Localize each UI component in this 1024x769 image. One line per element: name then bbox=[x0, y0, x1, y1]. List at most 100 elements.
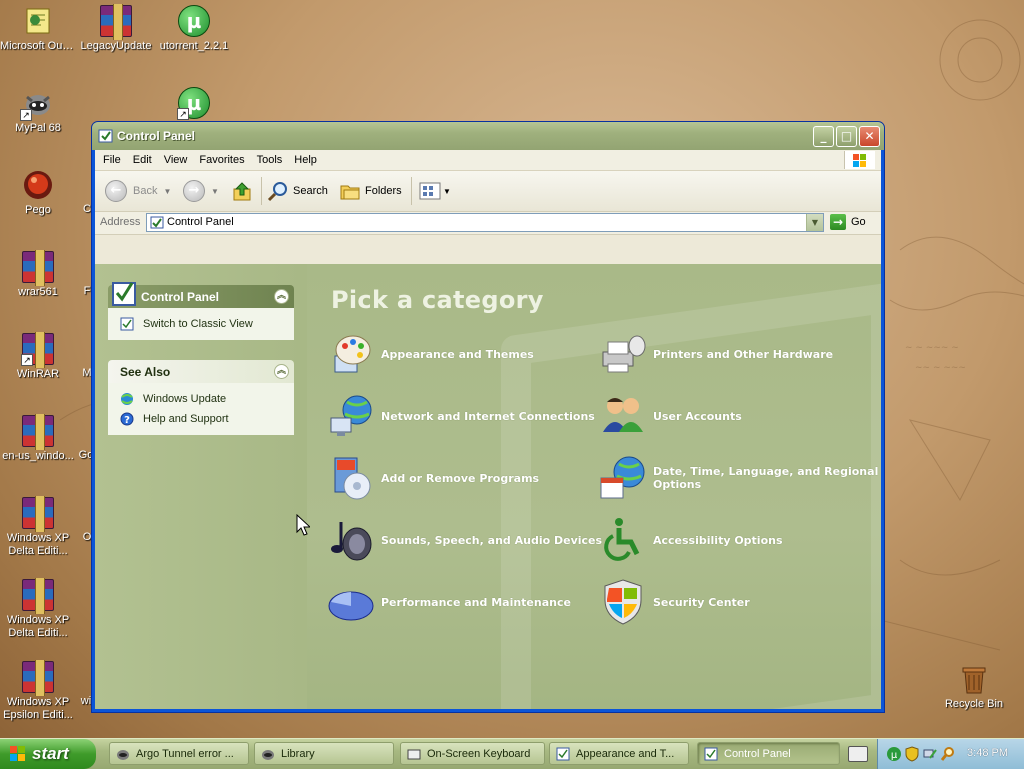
desktop-icon-legacyupdate[interactable]: LegacyUpdate bbox=[78, 4, 154, 53]
category-date-time-language[interactable]: Date, Time, Language, and Regional Option… bbox=[599, 454, 878, 502]
desktop-icon-windows-xp-epsilon[interactable]: Windows XP Epsilon Editi... bbox=[0, 660, 76, 722]
category-sounds-speech-audio[interactable]: Sounds, Speech, and Audio Devices bbox=[327, 516, 602, 564]
control-panel-box-header[interactable]: Control Panel ︽ bbox=[108, 282, 294, 308]
address-input[interactable]: Control Panel ▼ bbox=[146, 213, 824, 232]
windows-update-link[interactable]: Windows Update bbox=[108, 389, 294, 409]
desktop-icon-mypal[interactable]: MyPal 68 bbox=[0, 87, 76, 135]
desktop-icon-label: Recycle Bin bbox=[944, 698, 1004, 710]
taskbar-task-on-screen-keyboard[interactable]: On-Screen Keyboard bbox=[400, 742, 545, 765]
help-icon: ? bbox=[120, 412, 134, 426]
chevron-down-icon: ▼ bbox=[163, 186, 172, 196]
menu-file[interactable]: File bbox=[97, 150, 127, 170]
category-label: Accessibility Options bbox=[653, 533, 783, 547]
desktop-icon-wrar561[interactable]: wrar561 bbox=[0, 250, 76, 299]
collapse-chevron-icon[interactable]: ︽ bbox=[274, 289, 289, 304]
chevron-down-icon: ▼ bbox=[443, 186, 451, 196]
performance-maintenance-icon bbox=[328, 591, 374, 621]
winrar-archive-icon bbox=[100, 4, 132, 40]
desktop-icon-windows-xp-delta-2[interactable]: Windows XP Delta Editi... bbox=[0, 578, 76, 640]
taskbar-task-control-panel[interactable]: Control Panel bbox=[697, 742, 840, 765]
up-folder-button[interactable] bbox=[231, 179, 253, 203]
desktop-icon-utorrent-shortcut[interactable] bbox=[156, 87, 232, 122]
go-label: Go bbox=[851, 216, 866, 228]
address-dropdown-button[interactable]: ▼ bbox=[806, 214, 823, 231]
category-label: Performance and Maintenance bbox=[381, 595, 571, 609]
menu-help[interactable]: Help bbox=[288, 150, 323, 170]
network-globe-icon bbox=[330, 395, 372, 436]
category-user-accounts[interactable]: User Accounts bbox=[599, 392, 742, 440]
link-label: Switch to Classic View bbox=[143, 318, 253, 330]
desktop-icon-pego[interactable]: Pego bbox=[0, 169, 76, 217]
go-button[interactable]: → Go bbox=[830, 214, 866, 230]
taskbar-task-appearance-themes[interactable]: Appearance and T... bbox=[549, 742, 689, 765]
switch-to-classic-view-link[interactable]: Switch to Classic View bbox=[108, 314, 294, 334]
category-label: Appearance and Themes bbox=[381, 347, 534, 361]
network-tray-icon[interactable] bbox=[922, 746, 938, 762]
views-button[interactable]: ▼ bbox=[419, 179, 451, 203]
task-pane: Control Panel ︽ Switch to Classic View S… bbox=[95, 264, 307, 709]
desktop-icon-microsoft-outlook[interactable]: Microsoft Outlook bbox=[0, 5, 76, 53]
desktop-icon-label: MyPal 68 bbox=[15, 122, 61, 134]
raccoon-browser-icon bbox=[117, 749, 129, 760]
category-appearance-themes[interactable]: Appearance and Themes bbox=[327, 330, 534, 378]
box-title: See Also bbox=[120, 365, 171, 379]
language-bar-keyboard-icon[interactable] bbox=[848, 746, 868, 762]
address-label: Address bbox=[100, 216, 141, 228]
desktop-icon-recycle-bin[interactable]: Recycle Bin bbox=[936, 663, 1012, 711]
taskbar-task-library[interactable]: Library bbox=[254, 742, 394, 765]
menu-edit[interactable]: Edit bbox=[127, 150, 158, 170]
task-label: Appearance and T... bbox=[576, 747, 675, 760]
desktop-icon-label-line2: Delta Editi... bbox=[8, 545, 68, 557]
security-shield-tray-icon[interactable] bbox=[904, 746, 920, 762]
category-label: Network and Internet Connections bbox=[381, 409, 595, 423]
back-button[interactable]: Back ▼ bbox=[105, 179, 171, 203]
category-printers-hardware[interactable]: Printers and Other Hardware bbox=[599, 330, 833, 378]
maximize-button[interactable]: □ bbox=[836, 126, 857, 147]
search-button[interactable]: Search bbox=[267, 179, 328, 203]
minimize-button[interactable]: _ bbox=[813, 126, 834, 147]
close-button[interactable]: ✕ bbox=[859, 126, 880, 147]
raccoon-browser-icon bbox=[262, 749, 274, 760]
utorrent-tray-icon[interactable]: µ bbox=[886, 746, 902, 762]
desktop-icon-label-line2: Delta Editi... bbox=[8, 627, 68, 639]
category-performance-maintenance[interactable]: Performance and Maintenance bbox=[327, 578, 571, 626]
desktop-icon-utorrent[interactable]: utorrent_2.2.1 bbox=[156, 5, 232, 53]
winrar-archive-icon bbox=[22, 660, 54, 696]
start-label: start bbox=[32, 744, 69, 763]
desktop-icon-winrar[interactable]: WinRAR bbox=[0, 332, 76, 381]
control-panel-icon bbox=[556, 747, 570, 760]
taskbar-task-argo-tunnel[interactable]: Argo Tunnel error ... bbox=[109, 742, 249, 765]
go-arrow-icon: → bbox=[830, 214, 846, 230]
desktop-icon-label: Windows XP bbox=[6, 696, 70, 708]
desktop-icon-label: WinRAR bbox=[16, 368, 60, 380]
control-panel-window: Control Panel _ □ ✕ File Edit View Favorite… bbox=[91, 121, 885, 713]
collapse-chevron-icon[interactable]: ︽ bbox=[274, 364, 289, 379]
category-network-internet[interactable]: Network and Internet Connections bbox=[327, 392, 595, 440]
raccoon-browser-icon bbox=[20, 87, 54, 121]
category-add-remove-programs[interactable]: Add or Remove Programs bbox=[327, 454, 539, 502]
user-accounts-icon bbox=[603, 398, 643, 432]
forward-button[interactable]: ▼ bbox=[183, 179, 219, 203]
menu-tools[interactable]: Tools bbox=[251, 150, 289, 170]
appearance-themes-icon bbox=[334, 335, 371, 373]
category-accessibility[interactable]: Accessibility Options bbox=[599, 516, 783, 564]
start-button[interactable]: start bbox=[0, 739, 96, 769]
menu-view[interactable]: View bbox=[158, 150, 194, 170]
title-bar[interactable]: Control Panel _ □ ✕ bbox=[92, 122, 884, 150]
folders-button[interactable]: Folders bbox=[339, 179, 402, 203]
see-also-box-header[interactable]: See Also ︽ bbox=[108, 360, 294, 383]
views-grid-icon bbox=[419, 182, 441, 200]
menu-favorites[interactable]: Favorites bbox=[193, 150, 250, 170]
desktop-icon-windows-xp-delta-1[interactable]: Windows XP Delta Editi... bbox=[0, 496, 76, 558]
help-and-support-link[interactable]: ? Help and Support bbox=[108, 409, 294, 429]
search-tray-icon[interactable] bbox=[940, 746, 956, 762]
toolbar: Back ▼ ▼ Search Folders ▼ bbox=[95, 171, 881, 212]
desktop-icon-en-us-windows[interactable]: en-us_windo... bbox=[0, 414, 76, 463]
winrar-archive-icon bbox=[22, 496, 54, 532]
clock[interactable]: 3:48 PM bbox=[967, 747, 1008, 759]
category-label: Security Center bbox=[653, 595, 750, 609]
window-title: Control Panel bbox=[117, 129, 196, 143]
category-security-center[interactable]: Security Center bbox=[599, 578, 750, 626]
desktop-icon-label: Windows XP bbox=[6, 614, 70, 626]
menu-bar: File Edit View Favorites Tools Help bbox=[95, 150, 881, 171]
